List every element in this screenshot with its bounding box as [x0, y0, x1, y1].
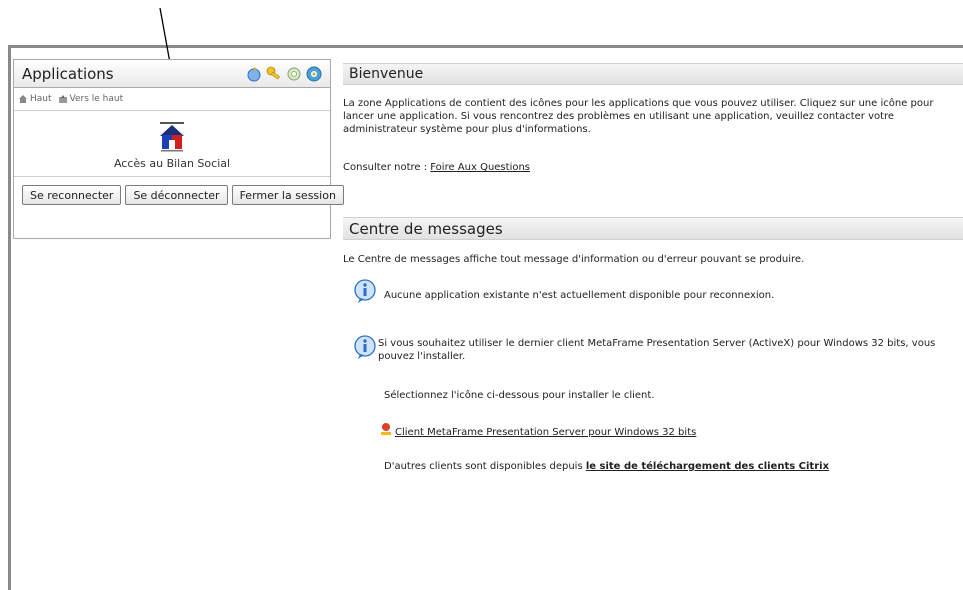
bilan-social-app-icon[interactable]	[158, 122, 186, 152]
citrix-download-site-link[interactable]: le site de téléchargement des clients Ci…	[586, 461, 829, 472]
application-label[interactable]: Accès au Bilan Social	[114, 157, 230, 170]
header-icons	[246, 65, 322, 83]
faq-link[interactable]: Foire Aux Questions	[430, 162, 530, 173]
client-download-link-wrap: Client MetaFrame Presentation Server pou…	[395, 426, 696, 439]
nav-up-label: Vers le haut	[69, 94, 124, 104]
welcome-text: La zone Applications de contient des icô…	[343, 98, 934, 135]
nav-top[interactable]: Haut	[18, 94, 52, 104]
help-icon[interactable]	[306, 65, 322, 83]
messages-title: Centre de messages	[349, 219, 503, 238]
session-buttons: Se reconnecter Se déconnecter Fermer la …	[14, 177, 344, 205]
welcome-title: Bienvenue	[349, 66, 424, 82]
logout-button[interactable]: Fermer la session	[231, 185, 344, 205]
folder-up-icon	[58, 95, 67, 103]
faq-line: Consulter notre : Foire Aux Questions	[343, 161, 530, 174]
other-clients-line: D'autres clients sont disponibles depuis…	[384, 460, 829, 473]
other-clients-prefix: D'autres clients sont disponibles depuis	[384, 461, 586, 472]
home-icon	[19, 95, 27, 103]
info-icon	[354, 279, 376, 303]
nav-row: Haut Vers le haut	[14, 88, 330, 111]
welcome-header: Bienvenue	[343, 63, 963, 85]
applications-header: Applications	[14, 60, 330, 88]
reconnect-button[interactable]: Se reconnecter	[22, 185, 122, 205]
applications-panel: Applications Haut Vers le haut Accès au …	[13, 59, 344, 239]
message-no-app: Aucune application existante n'est actue…	[384, 290, 775, 301]
application-item[interactable]: Accès au Bilan Social	[14, 111, 330, 177]
messages-header: Centre de messages	[343, 217, 963, 240]
disconnect-button[interactable]: Se déconnecter	[125, 185, 228, 205]
client-download-link[interactable]: Client MetaFrame Presentation Server pou…	[395, 427, 696, 438]
nav-up[interactable]: Vers le haut	[58, 94, 124, 104]
applications-title: Applications	[22, 64, 114, 83]
messages-intro: Le Centre de messages affiche tout messa…	[343, 254, 805, 265]
faq-prefix: Consulter notre :	[343, 162, 431, 173]
select-icon-text: Sélectionnez l'icône ci-dessous pour ins…	[384, 390, 655, 401]
info-icon-2	[354, 335, 376, 359]
citrix-client-icon[interactable]	[381, 423, 391, 435]
message-client-upgrade: Si vous souhaitez utiliser le dernier cl…	[378, 338, 936, 362]
key-icon[interactable]	[266, 65, 282, 83]
settings-icon[interactable]	[286, 65, 302, 83]
refresh-icon[interactable]	[246, 65, 262, 83]
nav-top-label: Haut	[30, 94, 52, 104]
